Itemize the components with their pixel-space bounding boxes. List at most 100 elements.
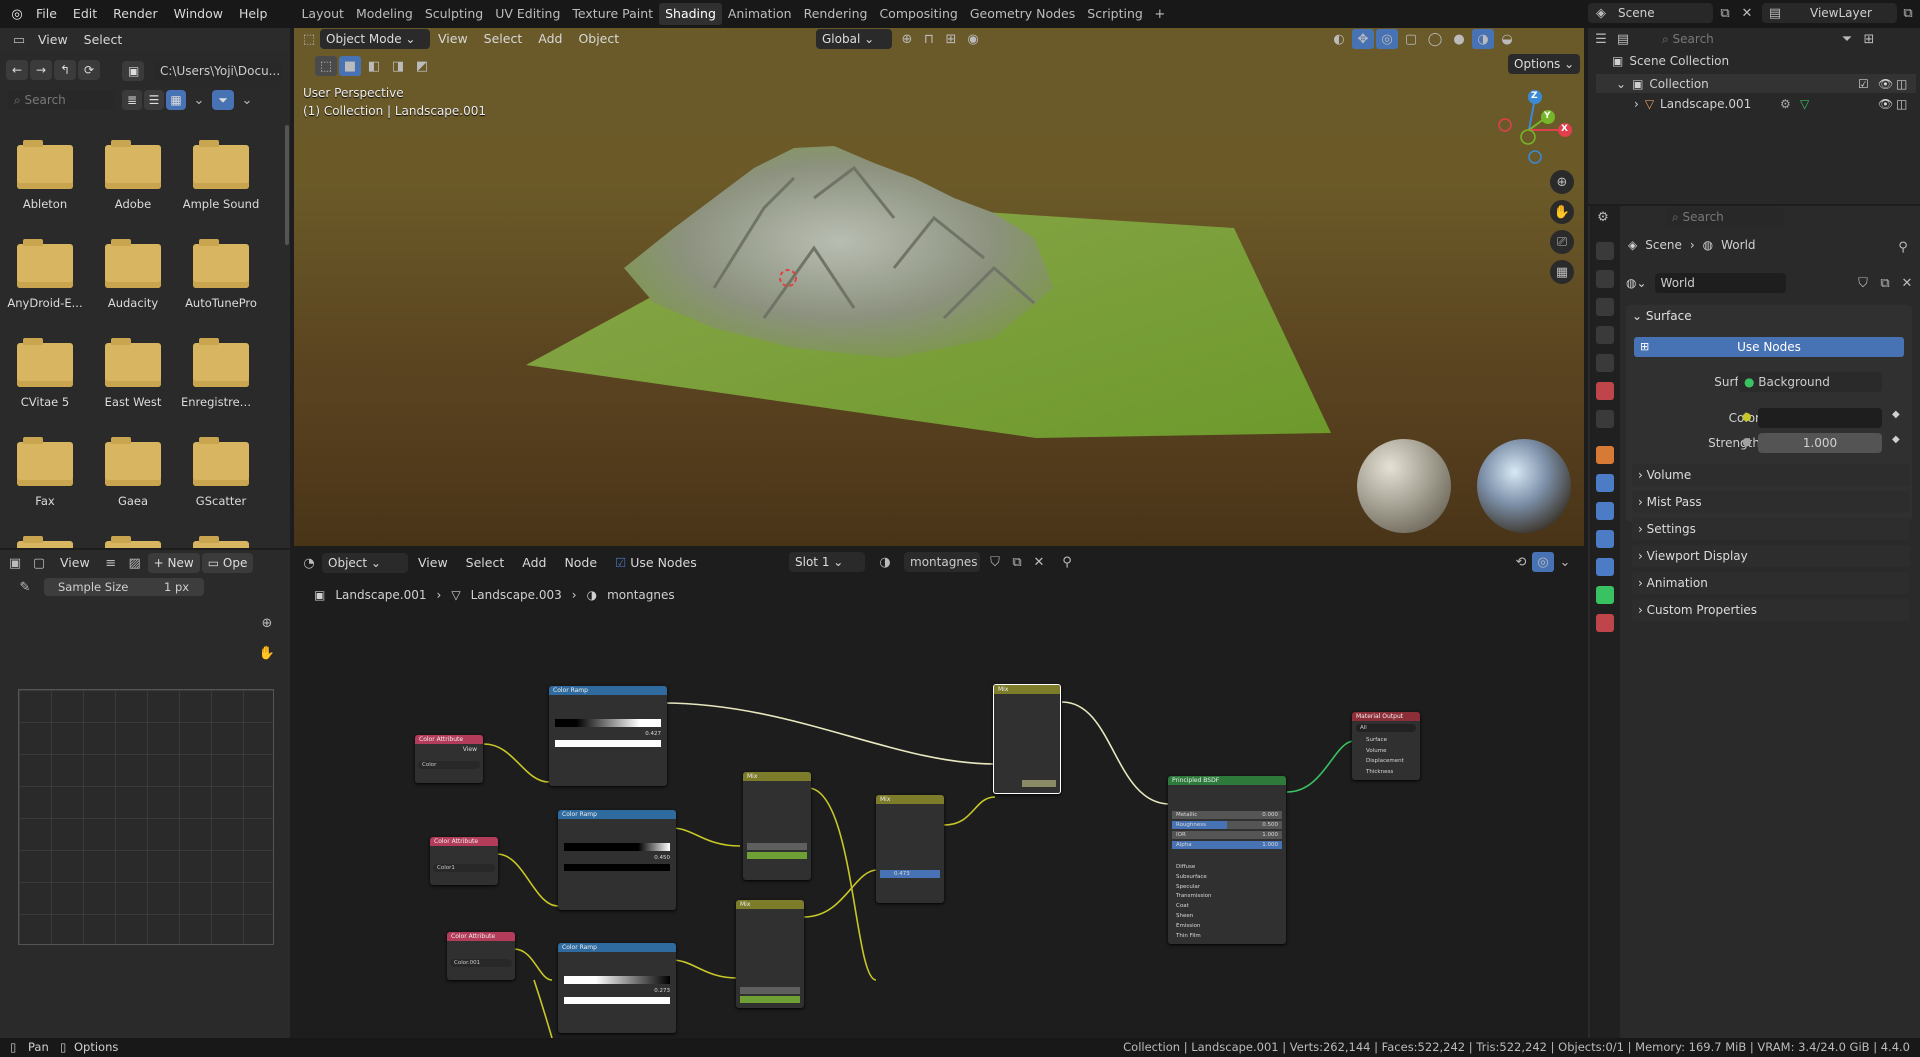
menu-add[interactable]: Add <box>530 29 570 49</box>
scene-tab-icon[interactable] <box>1596 354 1614 372</box>
tab-layout[interactable]: Layout <box>295 3 350 25</box>
overlay-toggle-icon[interactable]: ◎ <box>1376 29 1398 49</box>
menu-view[interactable]: View <box>52 553 98 573</box>
mix-node[interactable]: Mix <box>736 900 804 1008</box>
surface-panel-header[interactable]: ⌄ Surface <box>1632 309 1692 323</box>
menu-view[interactable]: View <box>30 30 76 50</box>
material-output-node[interactable]: Material Output All Surface Volume Displ… <box>1352 712 1420 780</box>
bsdf-group-label[interactable]: Sheen <box>1176 912 1278 922</box>
color-swatch[interactable] <box>1758 408 1882 428</box>
view-layer-tab-icon[interactable] <box>1596 326 1614 344</box>
mix-a-swatch[interactable] <box>747 843 807 850</box>
bsdf-group-label[interactable]: Transmission <box>1176 892 1278 902</box>
data-tab-icon[interactable] <box>1596 586 1614 604</box>
editor-type-icon[interactable]: ☰ <box>1590 29 1612 49</box>
eye-icon[interactable]: 👁 <box>1878 77 1893 91</box>
search-input[interactable]: ⌕ Search <box>8 90 114 110</box>
folder-item[interactable] <box>181 536 261 548</box>
menu-edit[interactable]: Edit <box>65 4 105 24</box>
world-selector[interactable]: ◍⌄ World <box>1626 273 1786 293</box>
ramp-gradient[interactable] <box>564 976 670 984</box>
surface-shader-field[interactable]: ● Background <box>1738 372 1882 392</box>
folder-item[interactable]: Enregistrem... <box>181 338 261 409</box>
file-scrollbar[interactable] <box>285 125 289 245</box>
viewport-3d[interactable] <box>294 28 1584 546</box>
ramp-color-swatch[interactable] <box>555 740 661 747</box>
color-attribute-node[interactable]: Color Attribute View Color <box>415 735 483 783</box>
output-target-dropdown[interactable]: All <box>1356 724 1416 732</box>
bsdf-group-label[interactable]: Specular <box>1176 883 1278 893</box>
attr-name-field[interactable]: Color.001 <box>450 959 512 967</box>
xray-icon[interactable]: ▢ <box>1400 29 1422 49</box>
bsdf-ior[interactable]: IOR 1.000 <box>1172 831 1282 839</box>
menu-file[interactable]: File <box>28 4 65 24</box>
bsdf-group-label[interactable]: Diffuse <box>1176 863 1278 873</box>
folder-item[interactable] <box>5 536 85 548</box>
open-image-button[interactable]: ▭ Ope <box>201 553 254 573</box>
new-collection-icon[interactable]: ⊞ <box>1858 29 1880 49</box>
sample-size-field[interactable]: Sample Size 1 px <box>44 578 204 596</box>
pan-hand-icon[interactable]: ✋ <box>256 643 278 663</box>
image-browse-icon[interactable]: ▨ <box>124 553 146 573</box>
menu-window[interactable]: Window <box>166 4 231 24</box>
color-ramp-node[interactable]: Color Ramp 0.450 <box>558 810 676 910</box>
menu-icon[interactable]: ≡ <box>100 553 122 573</box>
folder-item[interactable]: Ample Sound <box>181 140 261 211</box>
editor-type-icon[interactable]: ▭ <box>8 30 30 50</box>
folder-item[interactable] <box>93 536 173 548</box>
color-ramp-node[interactable]: Color Ramp 0.427 <box>549 686 667 786</box>
transform-orientation[interactable]: Global ⌄ <box>816 29 892 49</box>
menu-select[interactable]: Select <box>476 29 531 49</box>
folder-item[interactable]: Gaea <box>93 437 173 508</box>
tab-texture-paint[interactable]: Texture Paint <box>566 3 659 25</box>
particles-tab-icon[interactable] <box>1596 502 1614 520</box>
outliner-search[interactable]: ⌕ Search <box>1656 29 1798 49</box>
parent-dir-icon[interactable]: ↰ <box>54 60 76 80</box>
mix-b-swatch[interactable] <box>1022 780 1056 787</box>
tab-scripting[interactable]: Scripting <box>1081 3 1149 25</box>
list-horizontal-icon[interactable]: ☰ <box>144 90 164 110</box>
expand-icon[interactable]: ⌄ <box>1616 77 1626 91</box>
editor-type-icon[interactable]: ⬚ <box>298 29 320 49</box>
ortho-toggle-icon[interactable]: ▦ <box>1550 260 1574 284</box>
zoom-icon[interactable]: ⊕ <box>1550 170 1574 194</box>
path-field[interactable]: C:\Users\Yoji\Docu... <box>154 61 282 81</box>
ramp-position[interactable]: 0.450 <box>564 855 670 861</box>
bsdf-group-label[interactable]: Subsurface <box>1176 873 1278 883</box>
mix-factor-field[interactable]: 0.473 <box>880 870 940 878</box>
image-canvas[interactable] <box>18 689 274 945</box>
pin-icon[interactable]: ⚲ <box>1892 237 1914 257</box>
navigation-gizmo[interactable]: Z Y X <box>1495 86 1575 166</box>
color-attribute-node[interactable]: Color Attribute Color1 <box>430 837 498 885</box>
solid-shading-icon[interactable]: ● <box>1448 29 1470 49</box>
menu-help[interactable]: Help <box>231 4 276 24</box>
bsdf-group-label[interactable]: Thin Film <box>1176 932 1278 942</box>
physics-tab-icon[interactable] <box>1596 530 1614 548</box>
filter-icon[interactable]: ⏷ <box>212 90 234 110</box>
camera-icon[interactable]: ◫ <box>1896 97 1907 111</box>
display-mode-icon[interactable]: ▤ <box>1612 29 1634 49</box>
snap-icon[interactable]: ⊓ <box>918 29 940 49</box>
mix-node[interactable]: Mix 0.473 <box>876 795 944 903</box>
collection-tab-icon[interactable] <box>1596 410 1614 428</box>
camera-view-icon[interactable]: ⎚ <box>1550 230 1574 254</box>
tab-sculpting[interactable]: Sculpting <box>419 3 489 25</box>
folder-item[interactable]: Audacity <box>93 239 173 310</box>
mode-dropdown[interactable]: Object Mode ⌄ <box>320 29 430 49</box>
section-animation[interactable]: › Animation <box>1632 572 1910 594</box>
section-settings[interactable]: › Settings <box>1632 518 1910 540</box>
tab-shading[interactable]: Shading <box>659 3 722 25</box>
refresh-icon[interactable]: ⟳ <box>78 60 100 80</box>
back-icon[interactable]: ← <box>6 60 28 80</box>
fake-user-icon[interactable]: ⛉ <box>1852 273 1874 293</box>
gizmo-toggle-icon[interactable]: ✥ <box>1352 29 1374 49</box>
bsdf-alpha[interactable]: Alpha 1.000 <box>1172 841 1282 849</box>
section-mist-pass[interactable]: › Mist Pass <box>1632 491 1910 513</box>
folder-item[interactable]: CVitae 5 <box>5 338 85 409</box>
outliner-collection-row[interactable]: ⌄ ▣ Collection ☑ 👁 ◫ <box>1596 74 1916 93</box>
delete-scene-icon[interactable]: ✕ <box>1736 3 1758 23</box>
blender-logo-icon[interactable]: ◎ <box>6 4 28 24</box>
chevron-down-icon[interactable]: ⌄ <box>188 90 210 110</box>
thumbnails-icon[interactable]: ▦ <box>166 90 186 110</box>
output-tab-icon[interactable] <box>1596 298 1614 316</box>
